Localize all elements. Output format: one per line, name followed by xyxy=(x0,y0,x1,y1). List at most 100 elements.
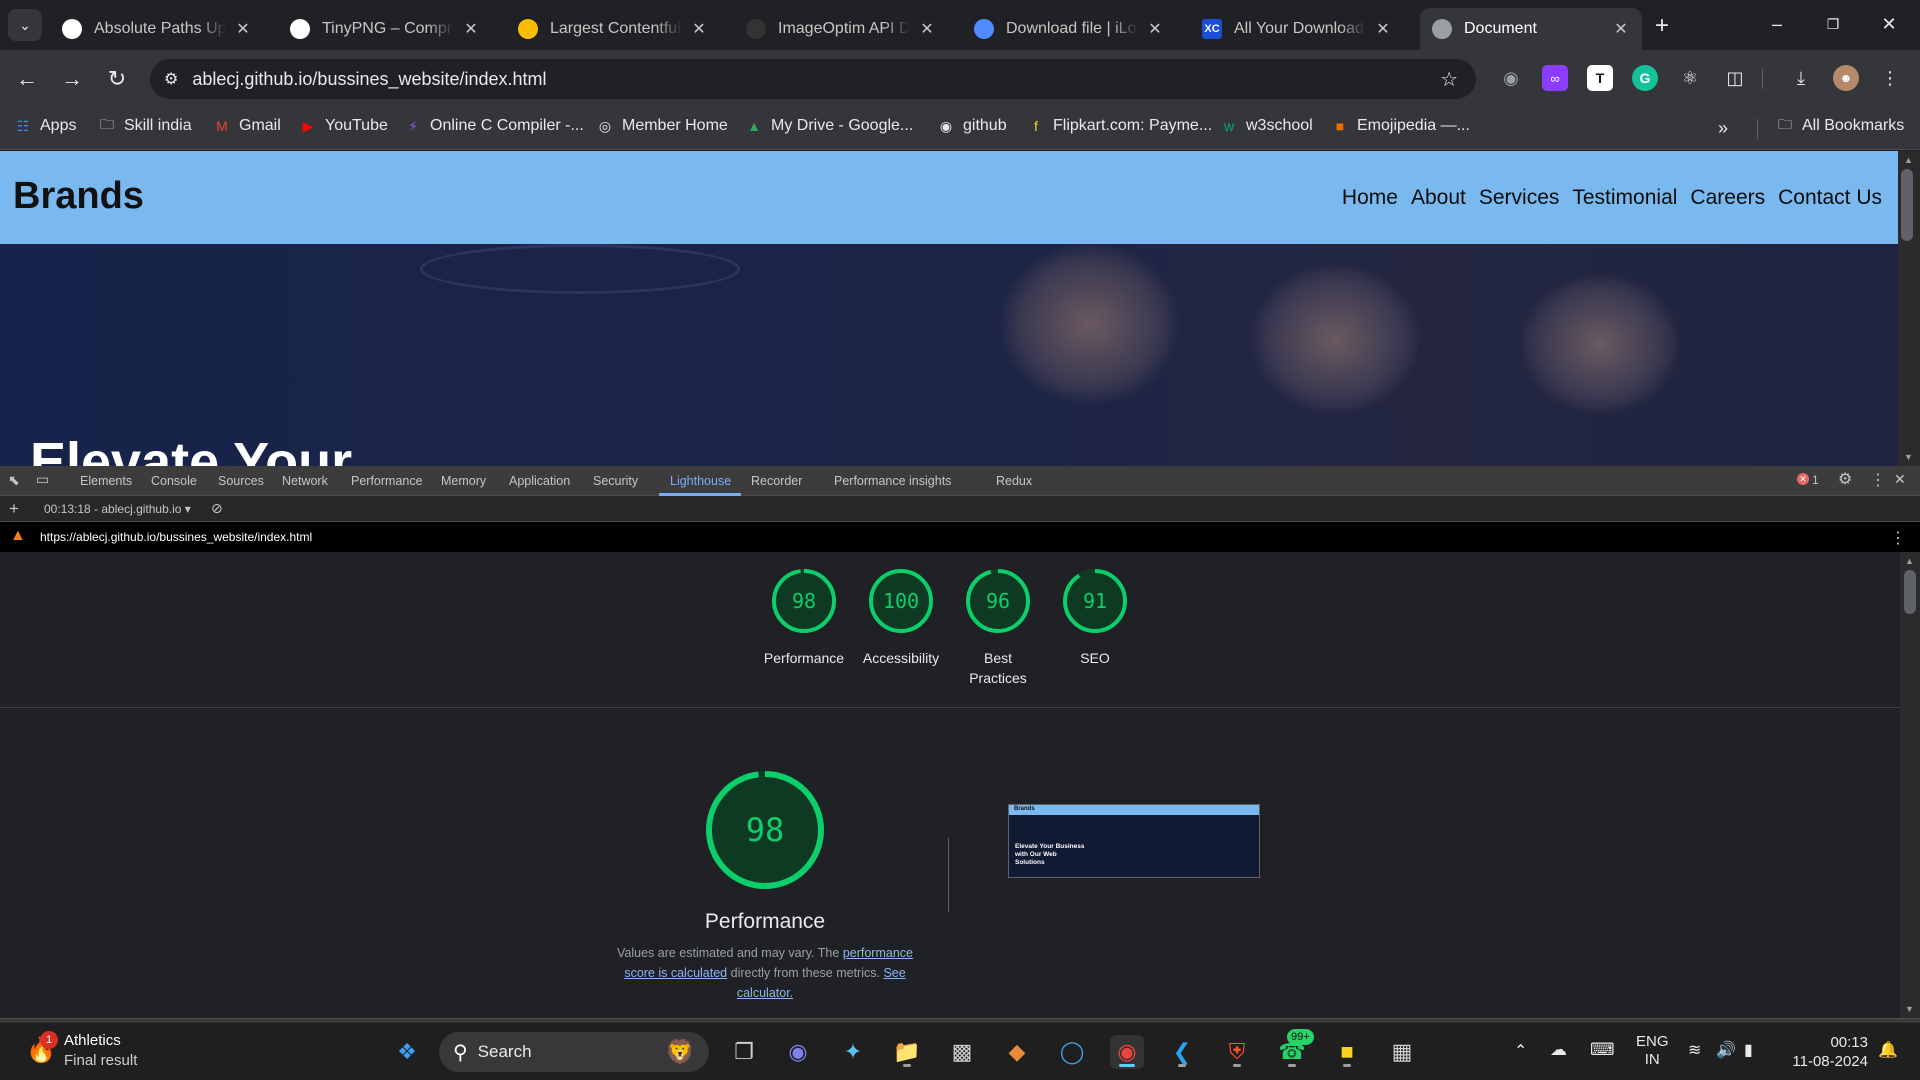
site-nav-link[interactable]: Home xyxy=(1342,186,1398,210)
reload-button[interactable]: ↻ xyxy=(100,62,134,96)
chrome-taskbar-icon[interactable]: ◉ xyxy=(1110,1035,1144,1069)
onedrive-icon[interactable]: ☁ xyxy=(1550,1040,1567,1060)
vscode-icon[interactable]: ❮ xyxy=(1165,1035,1199,1069)
devtools-tab[interactable]: Network xyxy=(282,474,328,488)
devtools-tab[interactable]: Elements xyxy=(80,474,132,488)
site-nav-link[interactable]: About xyxy=(1411,186,1466,210)
back-button[interactable]: ← xyxy=(10,62,44,96)
wifi-icon[interactable]: ≋ xyxy=(1688,1040,1701,1060)
widget-title[interactable]: Athletics xyxy=(64,1032,121,1049)
task-view-icon[interactable]: ❐ xyxy=(727,1035,761,1069)
site-nav-link[interactable]: Services xyxy=(1479,186,1560,210)
bookmark-item[interactable]: w w3school xyxy=(1220,117,1313,135)
browser-tab[interactable]: Largest Contentful Pa ✕ xyxy=(506,8,720,50)
brave-browser-icon[interactable]: ⛨ xyxy=(1220,1035,1254,1069)
site-nav-link[interactable]: Contact Us xyxy=(1778,186,1882,210)
file-explorer-icon[interactable]: 📁 xyxy=(890,1035,924,1069)
scrollbar-thumb[interactable] xyxy=(1901,169,1913,241)
taskbar-search[interactable]: ⚲ Search 🦁 xyxy=(439,1032,709,1072)
extensions-puzzle-icon[interactable]: ◫ xyxy=(1722,65,1748,91)
address-bar[interactable]: ⚙ ablecj.github.io/bussines_website/inde… xyxy=(150,59,1476,99)
bookmark-item[interactable]: ⚡ Online C Compiler -... xyxy=(404,117,584,135)
score-gauge[interactable]: 98 Performance xyxy=(754,568,854,668)
bookmarks-overflow-icon[interactable]: » xyxy=(1718,118,1728,139)
tray-overflow-icon[interactable]: ⌃ xyxy=(1514,1041,1527,1061)
devtools-tab[interactable]: Lighthouse xyxy=(670,474,731,488)
devtools-tab[interactable]: Redux xyxy=(996,474,1032,488)
score-gauge[interactable]: 96 Best Practices xyxy=(948,568,1048,688)
site-brand[interactable]: Brands xyxy=(13,175,144,218)
extension-purple-icon[interactable]: ∞ xyxy=(1542,65,1568,91)
volume-icon[interactable]: 🔊 xyxy=(1716,1040,1736,1060)
scroll-up-icon[interactable]: ▲ xyxy=(1904,155,1913,165)
devtools-tab[interactable]: Application xyxy=(509,474,570,488)
bookmark-item[interactable]: ■ Emojipedia —... xyxy=(1331,117,1470,135)
keyboard-icon[interactable]: ⌨ xyxy=(1590,1040,1615,1060)
devtools-tab[interactable]: Security xyxy=(593,474,638,488)
clear-reports-icon[interactable]: ⊘ xyxy=(211,500,223,517)
widget-subtitle[interactable]: Final result xyxy=(64,1052,137,1069)
close-tab-icon[interactable]: ✕ xyxy=(1374,19,1392,39)
clock[interactable]: 00:13 11-08-2024 xyxy=(1788,1033,1868,1071)
notifications-bell-icon[interactable]: 🔔 xyxy=(1878,1040,1898,1060)
copilot-icon[interactable]: ✦ xyxy=(836,1035,870,1069)
extension-ghost-icon[interactable]: ◉ xyxy=(1498,65,1524,91)
devtools-menu-icon[interactable]: ⋮ xyxy=(1870,470,1886,490)
close-tab-icon[interactable]: ✕ xyxy=(690,19,708,39)
new-tab-button[interactable]: + xyxy=(1648,12,1676,40)
bookmark-item[interactable]: ◎ Member Home xyxy=(596,117,728,135)
close-tab-icon[interactable]: ✕ xyxy=(462,19,480,39)
browser-tab[interactable]: Document ✕ xyxy=(1420,8,1642,50)
address-url[interactable]: ablecj.github.io/bussines_website/index.… xyxy=(192,69,546,90)
browser-tab[interactable]: TinyPNG – Compress ✕ xyxy=(278,8,492,50)
bookmark-item[interactable]: M Gmail xyxy=(213,117,281,135)
bookmark-item[interactable]: ☷ Apps xyxy=(14,117,77,135)
report-url[interactable]: https://ablecj.github.io/bussines_websit… xyxy=(40,530,312,544)
devtools-tab[interactable]: Console xyxy=(151,474,197,488)
page-scrollbar[interactable]: ▲ ▼ xyxy=(1898,151,1920,466)
final-screenshot-thumbnail[interactable]: Brands Elevate Your Business with Our We… xyxy=(1008,804,1260,878)
windows-start-icon[interactable]: ❖ xyxy=(390,1035,424,1069)
bookmark-item[interactable]: ▶ YouTube xyxy=(299,117,388,135)
scroll-down-icon[interactable]: ▼ xyxy=(1904,452,1913,462)
new-report-plus-icon[interactable]: + xyxy=(9,499,19,519)
react-devtools-icon[interactable]: ⚛ xyxy=(1677,65,1703,91)
close-devtools-icon[interactable]: ✕ xyxy=(1894,471,1906,488)
teams-chat-icon[interactable]: ◉ xyxy=(781,1035,815,1069)
profile-avatar[interactable]: ☻ xyxy=(1833,65,1859,91)
report-menu-icon[interactable]: ⋮ xyxy=(1890,528,1906,548)
devtools-tab[interactable]: Memory xyxy=(441,474,486,488)
scroll-down-icon[interactable]: ▼ xyxy=(1905,1004,1914,1014)
downloads-icon[interactable]: ⤓ xyxy=(1788,65,1814,91)
devtools-tab[interactable]: Sources xyxy=(218,474,264,488)
battery-icon[interactable]: ▮ xyxy=(1744,1040,1753,1060)
error-icon[interactable]: ✕ xyxy=(1797,473,1809,485)
bookmark-star-icon[interactable]: ☆ xyxy=(1440,67,1458,92)
score-gauge[interactable]: 91 SEO xyxy=(1045,568,1145,668)
report-selector[interactable]: 00:13:18 - ablecj.github.io ▾ xyxy=(44,502,191,516)
minimize-button[interactable]: – xyxy=(1754,6,1800,42)
browser-tab[interactable]: Absolute Paths Upda ✕ xyxy=(50,8,264,50)
bookmark-item[interactable]: ▲ My Drive - Google... xyxy=(745,117,913,135)
report-scrollbar[interactable]: ▲ ▼ xyxy=(1900,552,1920,1018)
extension-t-icon[interactable]: T xyxy=(1587,65,1613,91)
edge-browser-icon[interactable]: ◯ xyxy=(1055,1035,1089,1069)
all-bookmarks[interactable]: 🗀 All Bookmarks xyxy=(1776,116,1904,135)
site-nav-link[interactable]: Testimonial xyxy=(1572,186,1677,210)
score-gauge[interactable]: 100 Accessibility xyxy=(851,568,951,668)
browser-tab[interactable]: XC All Your Downloadab ✕ xyxy=(1190,8,1404,50)
scroll-up-icon[interactable]: ▲ xyxy=(1905,556,1914,566)
bookmark-item[interactable]: 🗀 Skill india xyxy=(98,116,192,135)
close-tab-icon[interactable]: ✕ xyxy=(1146,19,1164,39)
tab-search-button[interactable]: ⌄ xyxy=(8,9,42,41)
calculator-icon[interactable]: ▦ xyxy=(1385,1035,1419,1069)
git-client-icon[interactable]: ◆ xyxy=(1000,1035,1034,1069)
scrollbar-thumb[interactable] xyxy=(1904,570,1916,614)
site-nav-link[interactable]: Careers xyxy=(1690,186,1765,210)
bookmark-item[interactable]: ◉ github xyxy=(937,117,1007,135)
terminal-icon[interactable]: ▩ xyxy=(945,1035,979,1069)
browser-tab[interactable]: Download file | iLove ✕ xyxy=(962,8,1176,50)
restore-button[interactable]: ❐ xyxy=(1810,6,1856,42)
error-count[interactable]: 1 xyxy=(1812,473,1819,487)
close-window-button[interactable]: ✕ xyxy=(1866,6,1912,42)
